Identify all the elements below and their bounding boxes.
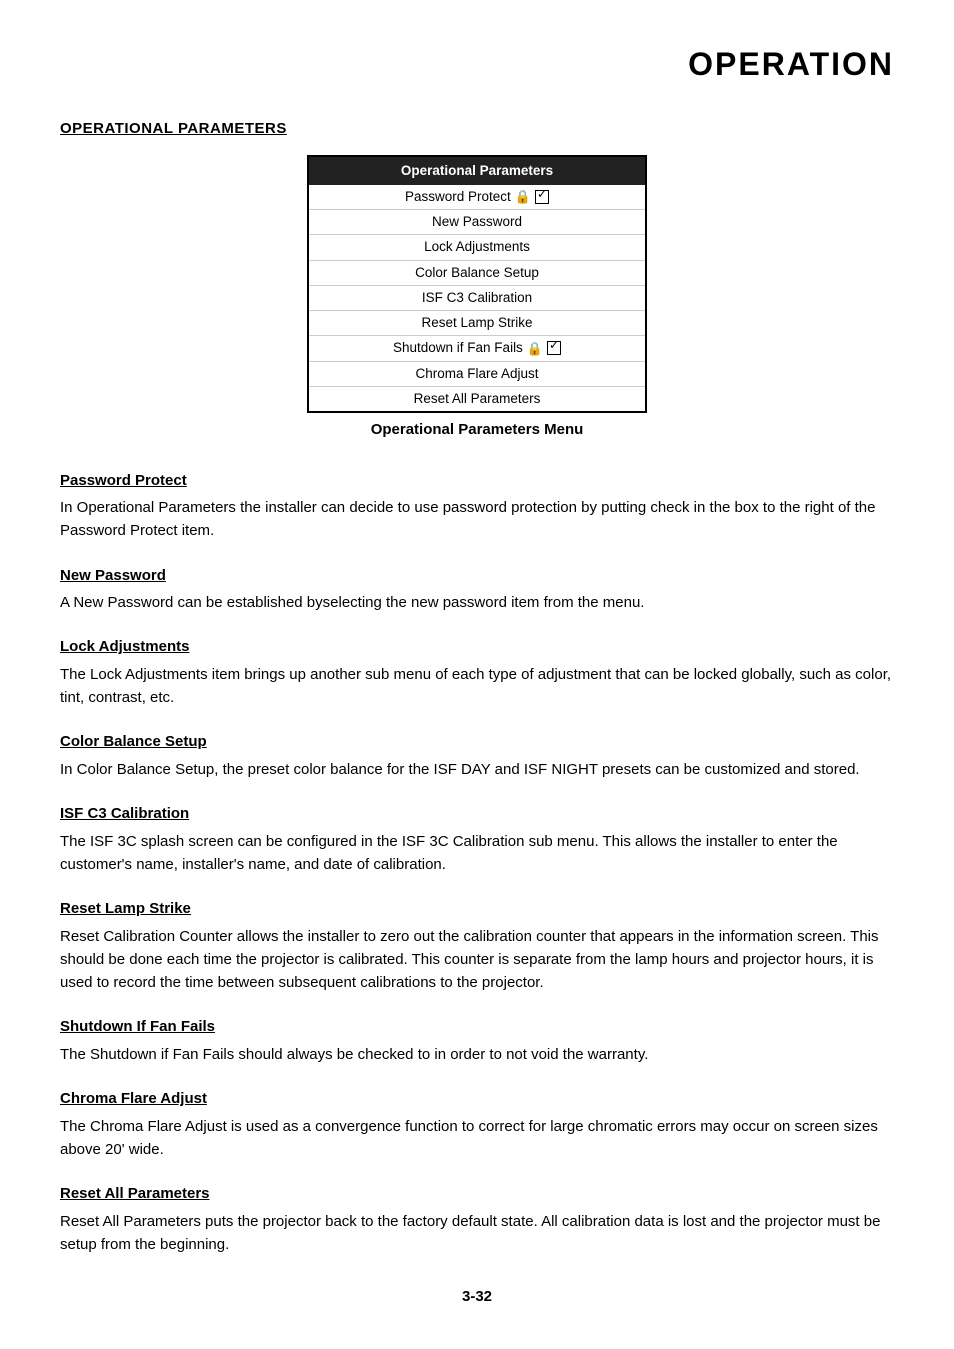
row-label: Shutdown if Fan Fails: [393, 338, 523, 358]
subsection-body-reset-lamp-strike: Reset Calibration Counter allows the ins…: [60, 925, 894, 995]
checkbox-icon[interactable]: [547, 341, 561, 355]
subsection-title-password-protect: Password Protect: [60, 470, 894, 493]
op-table-caption: Operational Parameters Menu: [371, 419, 584, 442]
subsection-chroma-flare-adjust: Chroma Flare Adjust The Chroma Flare Adj…: [60, 1088, 894, 1161]
subsection-body-reset-all-parameters: Reset All Parameters puts the projector …: [60, 1210, 894, 1257]
row-label: Reset Lamp Strike: [421, 313, 532, 333]
subsection-password-protect: Password Protect In Operational Paramete…: [60, 470, 894, 543]
op-table: Operational Parameters Password Protect …: [307, 155, 647, 414]
page-title: OPERATION: [60, 40, 894, 88]
table-row: New Password: [309, 209, 645, 234]
subsection-shutdown-fan-fails: Shutdown If Fan Fails The Shutdown if Fa…: [60, 1016, 894, 1066]
row-label: Color Balance Setup: [415, 263, 539, 283]
table-row: Color Balance Setup: [309, 260, 645, 285]
subsection-reset-all-parameters: Reset All Parameters Reset All Parameter…: [60, 1183, 894, 1256]
subsection-title-new-password: New Password: [60, 565, 894, 588]
subsection-body-color-balance-setup: In Color Balance Setup, the preset color…: [60, 758, 894, 781]
subsection-title-chroma-flare-adjust: Chroma Flare Adjust: [60, 1088, 894, 1111]
checkbox-icon[interactable]: [535, 190, 549, 204]
lock-icon: 🔒: [527, 339, 543, 359]
row-label: Password Protect: [405, 187, 511, 207]
row-label: Reset All Parameters: [414, 389, 541, 409]
table-row: Reset Lamp Strike: [309, 310, 645, 335]
table-row: Reset All Parameters: [309, 386, 645, 411]
subsection-body-shutdown-fan-fails: The Shutdown if Fan Fails should always …: [60, 1043, 894, 1066]
row-label: Chroma Flare Adjust: [415, 364, 538, 384]
op-table-container: Operational Parameters Password Protect …: [60, 155, 894, 462]
table-row: ISF C3 Calibration: [309, 285, 645, 310]
row-label: Lock Adjustments: [424, 237, 530, 257]
subsection-body-new-password: A New Password can be established bysele…: [60, 591, 894, 614]
table-row: Password Protect 🔒: [309, 185, 645, 209]
subsection-title-reset-lamp-strike: Reset Lamp Strike: [60, 898, 894, 921]
subsection-reset-lamp-strike: Reset Lamp Strike Reset Calibration Coun…: [60, 898, 894, 994]
op-table-header: Operational Parameters: [309, 157, 645, 185]
subsection-title-lock-adjustments: Lock Adjustments: [60, 636, 894, 659]
row-label: New Password: [432, 212, 522, 232]
subsection-body-isf-c3-calibration: The ISF 3C splash screen can be configur…: [60, 830, 894, 877]
table-row: Chroma Flare Adjust: [309, 361, 645, 386]
subsection-title-shutdown-fan-fails: Shutdown If Fan Fails: [60, 1016, 894, 1039]
subsection-title-isf-c3-calibration: ISF C3 Calibration: [60, 803, 894, 826]
subsection-body-lock-adjustments: The Lock Adjustments item brings up anot…: [60, 663, 894, 710]
subsection-body-password-protect: In Operational Parameters the installer …: [60, 496, 894, 543]
subsection-title-color-balance-setup: Color Balance Setup: [60, 731, 894, 754]
section-heading: OPERATIONAL PARAMETERS: [60, 118, 894, 141]
lock-icon: 🔒: [515, 187, 531, 207]
subsections-container: Password Protect In Operational Paramete…: [60, 470, 894, 1257]
table-row: Shutdown if Fan Fails 🔒: [309, 335, 645, 360]
table-row: Lock Adjustments: [309, 234, 645, 259]
subsection-body-chroma-flare-adjust: The Chroma Flare Adjust is used as a con…: [60, 1115, 894, 1162]
subsection-title-reset-all-parameters: Reset All Parameters: [60, 1183, 894, 1206]
row-label: ISF C3 Calibration: [422, 288, 532, 308]
subsection-color-balance-setup: Color Balance Setup In Color Balance Set…: [60, 731, 894, 781]
subsection-new-password: New Password A New Password can be estab…: [60, 565, 894, 615]
page-number: 3-32: [60, 1286, 894, 1309]
subsection-lock-adjustments: Lock Adjustments The Lock Adjustments it…: [60, 636, 894, 709]
subsection-isf-c3-calibration: ISF C3 Calibration The ISF 3C splash scr…: [60, 803, 894, 876]
